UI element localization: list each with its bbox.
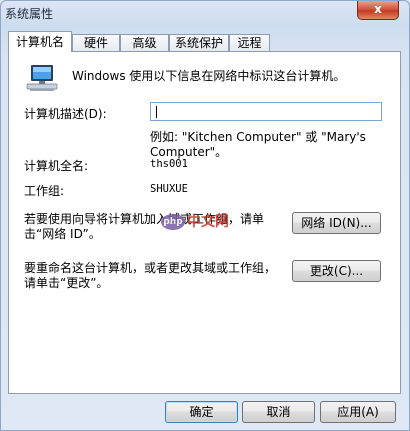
watermark-text: 中文网 (187, 214, 229, 230)
ok-button[interactable]: 确定 (165, 401, 238, 423)
computer-description-input[interactable] (150, 102, 382, 121)
watermark-badge: php (161, 214, 185, 230)
network-id-button[interactable]: 网络 ID(N)... (292, 212, 381, 234)
cancel-button[interactable]: 取消 (242, 401, 315, 423)
text-caret (156, 106, 157, 118)
tab-remote[interactable]: 远程 (229, 34, 270, 51)
change-button[interactable]: 更改(C)... (292, 260, 381, 282)
description-label: 计算机描述(D): (24, 107, 107, 121)
workgroup-value: SHUXUE (150, 183, 188, 195)
watermark-logo: php 中文网 (161, 211, 229, 231)
rename-text-line-2: 请单击“更改”。 (24, 276, 109, 290)
computer-icon (26, 65, 58, 91)
system-properties-window: 系统属性 x 计算机名 硬件 高级 系统保护 远程 Windows 使用以下信息… (0, 0, 410, 431)
full-name-value: ths001 (150, 158, 188, 170)
apply-button[interactable]: 应用(A) (320, 401, 396, 423)
window-title: 系统属性 (5, 7, 54, 21)
full-name-label: 计算机全名: (24, 159, 89, 173)
intro-text: Windows 使用以下信息在网络中标识这台计算机。 (72, 69, 346, 83)
tab-hardware[interactable]: 硬件 (72, 34, 120, 51)
tab-system-protection[interactable]: 系统保护 (169, 34, 229, 51)
tab-computer-name[interactable]: 计算机名 (8, 31, 72, 52)
tab-advanced[interactable]: 高级 (120, 34, 169, 51)
workgroup-label: 工作组: (24, 184, 65, 198)
network-id-text-line-2: 击“网络 ID”。 (24, 227, 101, 241)
close-button[interactable]: x (357, 1, 399, 20)
